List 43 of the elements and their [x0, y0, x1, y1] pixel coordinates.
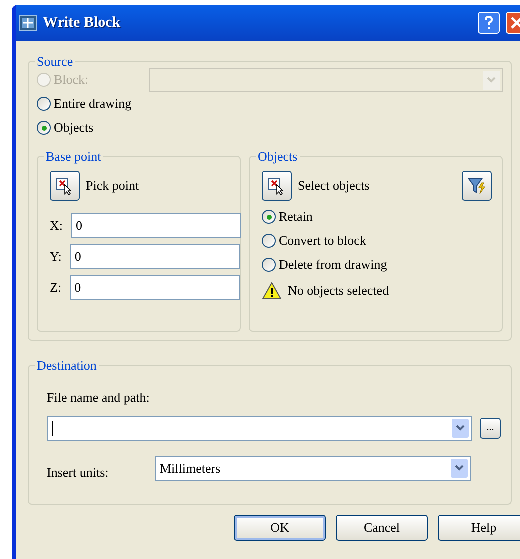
radio-button[interactable] [37, 97, 51, 111]
coordinate-field[interactable]: 0 [71, 213, 241, 238]
units-dropdown[interactable]: Millimeters [155, 456, 471, 481]
coordinate-field[interactable]: 0 [70, 275, 240, 300]
pick-point-label: Pick point [86, 177, 140, 196]
browse-button[interactable]: ... [480, 418, 501, 438]
radio-button[interactable] [37, 121, 51, 135]
radio-label: Objects [54, 119, 94, 138]
radio-label: Entire drawing [54, 95, 132, 114]
file-path-field[interactable] [47, 416, 472, 440]
radio-button[interactable] [262, 234, 276, 248]
radio-label: Retain [279, 208, 313, 226]
question-icon [484, 16, 494, 30]
coordinate-label: Y: [50, 248, 62, 266]
radio-button[interactable] [262, 258, 276, 272]
block-app-icon [19, 15, 37, 31]
close-icon [511, 17, 520, 29]
dialog-button[interactable]: Help [438, 515, 520, 541]
coordinate-label: X: [50, 216, 63, 235]
select-objects-button[interactable] [262, 171, 292, 201]
chevron-down-icon [456, 425, 465, 431]
dialog-button[interactable]: OK [234, 515, 326, 541]
pick-cursor-icon [55, 176, 75, 196]
radio-button[interactable] [262, 210, 276, 224]
pick-cursor-icon [267, 176, 287, 196]
radio-label: Block: [54, 71, 89, 90]
coordinate-field[interactable]: 0 [70, 244, 240, 269]
pick-point-button[interactable] [50, 171, 80, 201]
radio-label: Convert to block [279, 232, 366, 250]
warning-message: No objects selected [288, 282, 390, 300]
chevron-down-icon [487, 77, 496, 83]
dialog-button[interactable]: Cancel [336, 515, 428, 541]
insert-units-label: Insert units: [47, 464, 110, 482]
filter-button[interactable] [462, 171, 492, 201]
select-objects-label: Select objects [298, 177, 371, 196]
radio-label: Delete from drawing [279, 256, 388, 274]
coordinate-label: Z: [50, 278, 62, 297]
help-button[interactable] [478, 12, 500, 34]
funnel-lightning-icon [467, 176, 487, 196]
file-name-label: File name and path: [47, 389, 151, 407]
window-title: Write Block [43, 14, 122, 33]
warning-icon [262, 282, 282, 300]
chevron-down-icon [455, 465, 464, 472]
